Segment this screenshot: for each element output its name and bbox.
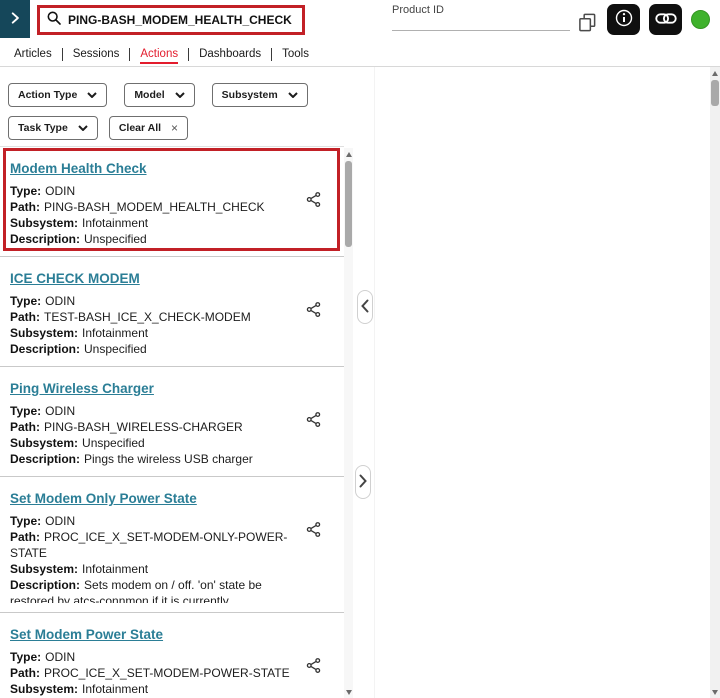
- share-button[interactable]: [305, 301, 322, 321]
- result-title-link[interactable]: Set Modem Only Power State: [10, 491, 197, 506]
- share-button[interactable]: [305, 191, 322, 211]
- list-scrollbar[interactable]: [344, 148, 353, 698]
- copy-button[interactable]: [575, 12, 599, 36]
- share-icon: [305, 196, 322, 211]
- share-button[interactable]: [305, 521, 322, 541]
- chevron-down-icon: [175, 89, 185, 101]
- chevron-right-icon: [359, 474, 367, 491]
- result-title-link[interactable]: Modem Health Check: [10, 161, 147, 176]
- result-description: Description:Unspecified: [10, 231, 294, 247]
- page-scrollbar[interactable]: [710, 67, 720, 698]
- result-item[interactable]: Modem Health Check Type:ODIN Path:PING-B…: [0, 147, 344, 257]
- result-item[interactable]: Ping Wireless Charger Type:ODIN Path:PIN…: [0, 367, 344, 477]
- share-icon: [305, 416, 322, 431]
- filter-bar: Action Type Model Subsystem Task Type Cl…: [8, 83, 348, 149]
- list-scrollbar-thumb[interactable]: [345, 161, 352, 247]
- scroll-up-icon[interactable]: [710, 68, 720, 78]
- chevron-down-icon: [288, 89, 298, 101]
- share-icon: [305, 662, 322, 677]
- tab-dashboards[interactable]: Dashboards: [189, 48, 272, 61]
- result-path: Path:PING-BASH_WIRELESS-CHARGER: [10, 419, 294, 435]
- link-icon: [655, 12, 677, 28]
- result-type: Type:ODIN: [10, 183, 294, 199]
- results-list: Modem Health Check Type:ODIN Path:PING-B…: [0, 146, 344, 698]
- filter-row-2: Task Type Clear All ×: [8, 116, 348, 140]
- info-button[interactable]: [607, 4, 640, 35]
- result-type: Type:ODIN: [10, 513, 294, 529]
- tab-articles[interactable]: Articles: [4, 48, 63, 61]
- share-icon: [305, 306, 322, 321]
- result-title-link[interactable]: Set Modem Power State: [10, 627, 163, 642]
- action-type-dropdown[interactable]: Action Type: [8, 83, 107, 107]
- header-divider: [0, 66, 720, 67]
- task-type-dropdown[interactable]: Task Type: [8, 116, 98, 140]
- result-path: Path:PROC_ICE_X_SET-MODEM-POWER-STATE: [10, 665, 294, 681]
- result-description: Description:Sets modem on / off. 'on' st…: [10, 577, 294, 603]
- page-scrollbar-thumb[interactable]: [711, 80, 719, 106]
- tab-sessions[interactable]: Sessions: [63, 48, 131, 61]
- share-icon: [305, 526, 322, 541]
- chevron-down-icon: [87, 89, 97, 101]
- share-button[interactable]: [305, 411, 322, 431]
- share-button[interactable]: [305, 657, 322, 677]
- nav-tabs: Articles Sessions Actions Dashboards Too…: [4, 45, 319, 63]
- scroll-down-icon[interactable]: [344, 687, 353, 697]
- result-description: Description:Unspecified: [10, 341, 294, 357]
- result-item[interactable]: Set Modem Only Power State Type:ODIN Pat…: [0, 477, 344, 613]
- result-title-link[interactable]: ICE CHECK MODEM: [10, 271, 140, 286]
- result-path: Path:TEST-BASH_ICE_X_CHECK-MODEM: [10, 309, 294, 325]
- tab-tools[interactable]: Tools: [272, 48, 319, 61]
- result-subsystem: Subsystem:Infotainment: [10, 681, 294, 697]
- collapse-panel-button[interactable]: [357, 290, 373, 324]
- info-icon: [614, 8, 634, 31]
- status-indicator: [691, 10, 710, 29]
- chevron-left-icon: [361, 299, 369, 316]
- result-subsystem: Subsystem:Infotainment: [10, 215, 294, 231]
- expand-panel-button[interactable]: [355, 465, 371, 499]
- result-type: Type:ODIN: [10, 649, 294, 665]
- product-id-input[interactable]: [392, 13, 570, 31]
- search-box[interactable]: [37, 5, 305, 35]
- result-item[interactable]: Set Modem Power State Type:ODIN Path:PRO…: [0, 613, 344, 698]
- subsystem-dropdown[interactable]: Subsystem: [212, 83, 308, 107]
- result-type: Type:ODIN: [10, 403, 294, 419]
- scroll-down-icon[interactable]: [710, 687, 720, 697]
- chevron-right-icon: [8, 11, 22, 28]
- result-path: Path:PING-BASH_MODEM_HEALTH_CHECK: [10, 199, 294, 215]
- chevron-down-icon: [78, 122, 88, 134]
- sidebar-toggle-button[interactable]: [0, 0, 30, 38]
- search-icon: [46, 10, 62, 31]
- result-description: Description:Pings the wireless USB charg…: [10, 451, 294, 467]
- result-subsystem: Subsystem:Infotainment: [10, 325, 294, 341]
- result-item[interactable]: ICE CHECK MODEM Type:ODIN Path:TEST-BASH…: [0, 257, 344, 367]
- result-type: Type:ODIN: [10, 293, 294, 309]
- result-subsystem: Subsystem:Infotainment: [10, 561, 294, 577]
- result-title-link[interactable]: Ping Wireless Charger: [10, 381, 154, 396]
- filter-row-1: Action Type Model Subsystem: [8, 83, 348, 107]
- clear-icon: ×: [171, 121, 178, 135]
- tab-actions[interactable]: Actions: [130, 48, 189, 61]
- search-input[interactable]: [68, 13, 296, 27]
- app-window: Product ID Articles Sessions Actions Das…: [0, 0, 720, 698]
- clear-all-button[interactable]: Clear All ×: [109, 116, 188, 140]
- model-dropdown[interactable]: Model: [124, 83, 194, 107]
- copy-icon: [578, 13, 597, 35]
- result-path: Path:PROC_ICE_X_SET-MODEM-ONLY-POWER-STA…: [10, 529, 294, 561]
- link-button[interactable]: [649, 4, 682, 35]
- result-subsystem: Subsystem:Unspecified: [10, 435, 294, 451]
- scroll-up-icon[interactable]: [344, 149, 353, 159]
- panel-divider: [374, 67, 375, 698]
